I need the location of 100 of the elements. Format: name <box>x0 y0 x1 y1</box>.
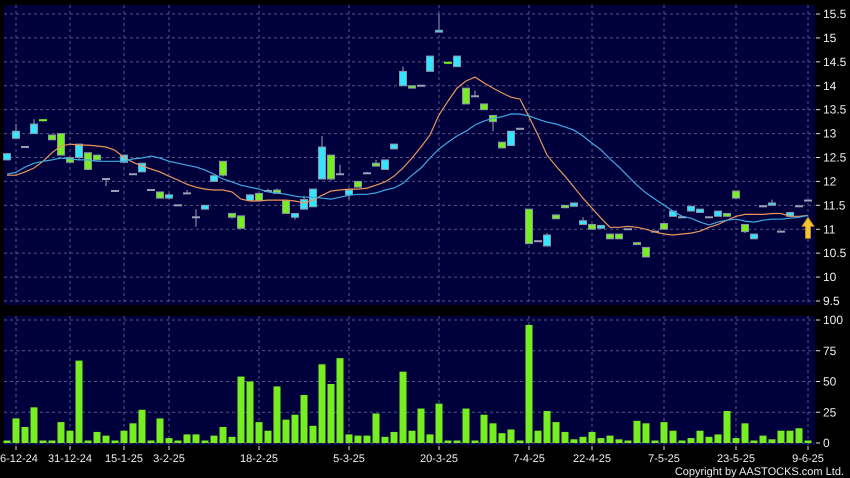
candlestick <box>786 212 794 217</box>
volume-bar <box>634 420 640 443</box>
volume-bar <box>472 440 478 443</box>
volume-bar <box>66 430 74 443</box>
volume-bar <box>642 423 650 443</box>
volume-bar <box>562 432 568 443</box>
candlestick <box>21 146 29 148</box>
axis-label: 14 <box>823 78 836 93</box>
axis-label: 11.5 <box>823 198 846 212</box>
axis-label: 15 <box>823 30 836 45</box>
volume-bar <box>588 432 596 443</box>
candlestick <box>3 152 11 160</box>
volume-bar <box>616 439 622 443</box>
volume-bar <box>112 440 118 443</box>
candlestick <box>12 124 20 139</box>
candlestick <box>183 190 191 194</box>
axis-label: 15.5 <box>823 7 846 21</box>
axis-label: 13 <box>823 126 836 141</box>
volume-bar <box>516 440 524 443</box>
axis-label: 5-3-25 <box>333 453 365 465</box>
volume-bar <box>444 440 452 443</box>
axis-label: 25 <box>823 405 836 420</box>
axis-label: 20-3-25 <box>420 453 458 465</box>
axis-label: 9-6-25 <box>792 453 824 465</box>
volume-bar <box>102 436 110 443</box>
volume-bar <box>552 422 560 443</box>
volume-bar <box>138 410 146 443</box>
volume-bar <box>84 440 92 443</box>
volume-bar <box>256 422 262 443</box>
candlestick <box>804 200 812 202</box>
volume-bar <box>310 426 316 443</box>
volume-bar <box>292 414 298 443</box>
axis-label: 11 <box>823 222 836 236</box>
axis-label: 31-12-24 <box>48 453 92 465</box>
volume-bar <box>48 440 56 443</box>
axis-label: 75 <box>823 344 836 358</box>
volume-bar <box>678 440 686 443</box>
axis-label: 0 <box>823 436 830 450</box>
volume-bar <box>174 440 182 443</box>
volume-bar <box>606 436 614 443</box>
volume-bar <box>364 436 370 443</box>
axis-label: 9.5 <box>823 294 840 308</box>
volume-bar <box>742 423 748 443</box>
axis-label: 7-5-25 <box>648 453 680 465</box>
axis-label: 50 <box>823 374 836 388</box>
axis-label: 12.5 <box>823 150 846 164</box>
volume-bar <box>94 432 100 443</box>
volume-bar <box>390 432 398 443</box>
volume-bar <box>660 422 668 443</box>
volume-bar <box>210 436 218 443</box>
volume-bar <box>768 439 776 443</box>
candlestick <box>111 190 119 192</box>
volume-bar <box>166 438 172 443</box>
volume-bar <box>22 427 28 443</box>
volume-bar <box>598 438 604 443</box>
volume-bar <box>570 439 578 443</box>
axis-label: 14.5 <box>823 54 846 69</box>
volume-bar <box>400 372 406 443</box>
volume-bar <box>786 430 794 443</box>
volume-bar <box>462 408 470 443</box>
volume-bar <box>624 440 632 443</box>
candlestick <box>174 204 182 206</box>
volume-bar <box>4 440 10 443</box>
volume-bar <box>804 440 812 443</box>
candlestick <box>102 178 110 187</box>
candlestick <box>480 103 488 110</box>
candlestick <box>435 14 443 33</box>
axis-label: 12 <box>823 174 836 188</box>
axis-label: 15-1-25 <box>105 453 143 465</box>
volume-bar <box>652 440 658 443</box>
candlestick <box>777 230 785 233</box>
volume-bar <box>436 404 442 443</box>
axis-label: 100 <box>823 313 844 327</box>
volume-bar <box>778 430 784 443</box>
volume-bar <box>454 440 460 443</box>
axis-label: 10 <box>823 270 836 284</box>
volume-bar <box>670 430 676 443</box>
volume-bar <box>274 386 280 443</box>
volume-bar <box>750 440 758 443</box>
volume-bar <box>688 438 694 443</box>
volume-bar <box>372 413 380 443</box>
axis-label: 22-4-25 <box>573 453 611 465</box>
axis-label: 13.5 <box>823 102 846 117</box>
volume-bar <box>408 430 416 443</box>
volume-bar <box>300 395 308 443</box>
volume-bar <box>732 438 740 443</box>
axis-label: 7-4-25 <box>513 453 545 465</box>
axis-label: 18-2-25 <box>240 453 278 465</box>
volume-bar <box>282 420 290 443</box>
volume-bar <box>544 411 550 443</box>
candlestick <box>489 114 497 132</box>
volume-bar <box>508 429 514 443</box>
volume-bar <box>480 414 488 443</box>
axis-label: 3-2-25 <box>153 453 185 465</box>
candlestick <box>354 180 362 188</box>
volume-bar <box>264 430 272 443</box>
volume-bar <box>328 384 334 443</box>
volume-bar <box>796 428 802 443</box>
axis-label: 10.5 <box>823 246 846 260</box>
volume-bar <box>534 430 542 443</box>
